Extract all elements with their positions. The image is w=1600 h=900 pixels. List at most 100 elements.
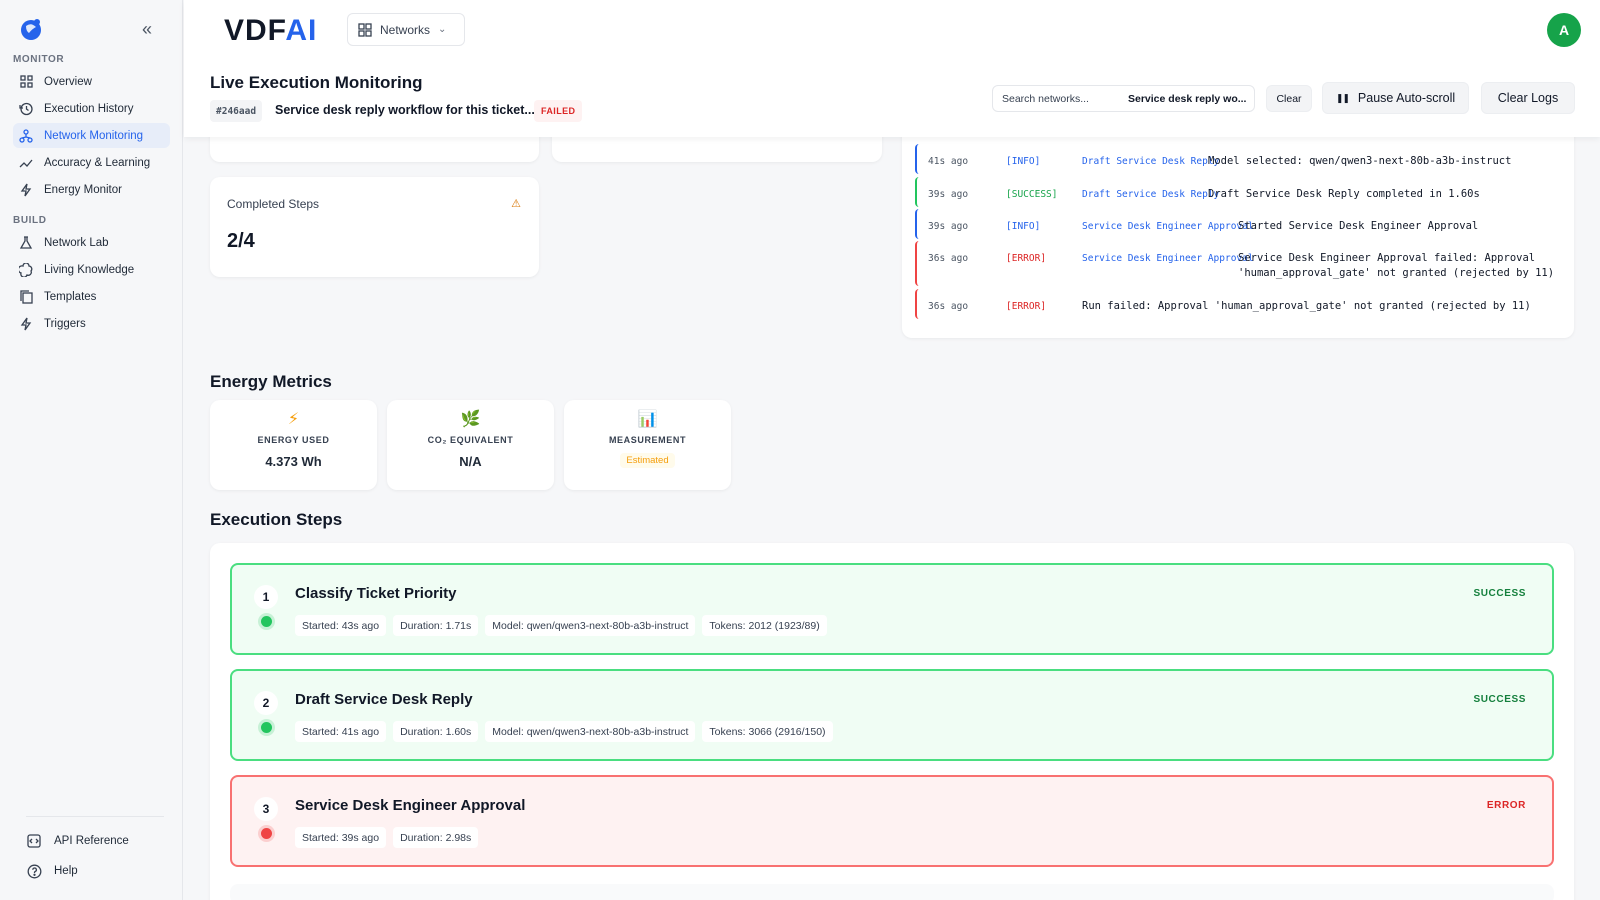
log-message: Draft Service Desk Reply completed in 1.… bbox=[1208, 188, 1480, 200]
help-icon bbox=[26, 863, 42, 879]
step-model: Model: qwen/qwen3-next-80b-a3b-instruct bbox=[485, 615, 696, 636]
bolt-icon bbox=[18, 316, 34, 332]
grid-icon bbox=[18, 74, 34, 90]
sidebar-item-api-reference[interactable]: API Reference bbox=[26, 830, 166, 852]
metric-co2-equivalent: 🌿 CO₂ EQUIVALENT N/A bbox=[387, 400, 554, 490]
sidebar-item-accuracy-learning[interactable]: Accuracy & Learning bbox=[13, 150, 170, 175]
sidebar-item-label: Execution History bbox=[44, 102, 134, 115]
pause-icon: ❚❚ bbox=[1335, 92, 1350, 103]
completed-steps-card: Completed Steps ⚠ 2/4 bbox=[210, 177, 539, 277]
log-entry: 39s ago [SUCCESS] Draft Service Desk Rep… bbox=[915, 177, 1560, 207]
code-icon bbox=[26, 833, 42, 849]
sidebar-item-triggers[interactable]: Triggers bbox=[13, 311, 170, 336]
status-dot bbox=[261, 828, 272, 839]
completed-steps-value: 2/4 bbox=[227, 230, 255, 252]
step-name: Service Desk Engineer Approval bbox=[295, 797, 526, 814]
sidebar-item-label: Help bbox=[54, 865, 78, 877]
app-logo-icon[interactable] bbox=[18, 16, 44, 42]
metric-label: CO₂ EQUIVALENT bbox=[427, 435, 514, 445]
flask-icon bbox=[18, 235, 34, 251]
step-card[interactable]: 2 Draft Service Desk Reply SUCCESS Start… bbox=[230, 669, 1554, 761]
log-entry: 39s ago [INFO] Service Desk Engineer App… bbox=[915, 209, 1560, 239]
sidebar-item-label: Overview bbox=[44, 75, 92, 88]
step-card[interactable] bbox=[230, 884, 1554, 900]
log-step: Draft Service Desk Reply bbox=[1082, 156, 1220, 167]
log-message: Service Desk Engineer Approval failed: A… bbox=[1238, 252, 1555, 279]
step-started: Started: 43s ago bbox=[295, 615, 387, 636]
log-step: Draft Service Desk Reply bbox=[1082, 189, 1220, 200]
step-model: Model: qwen/qwen3-next-80b-a3b-instruct bbox=[485, 721, 696, 742]
pause-label: Pause Auto-scroll bbox=[1357, 91, 1456, 105]
sidebar: « MONITOR Overview Execution History Net… bbox=[0, 0, 183, 900]
sidebar-item-label: Network Lab bbox=[44, 236, 109, 249]
step-name: Classify Ticket Priority bbox=[295, 585, 457, 602]
metric-label: ENERGY USED bbox=[257, 435, 330, 445]
sidebar-item-label: Accuracy & Learning bbox=[44, 156, 151, 169]
log-entry: 41s ago [INFO] Draft Service Desk Reply … bbox=[915, 144, 1560, 174]
sidebar-item-network-monitoring[interactable]: Network Monitoring bbox=[13, 123, 170, 148]
log-message: Model selected: qwen/qwen3-next-80b-a3b-… bbox=[1208, 155, 1512, 167]
energy-metrics-title: Energy Metrics bbox=[210, 372, 332, 391]
log-time: 39s ago bbox=[928, 189, 969, 200]
collapse-sidebar-icon[interactable]: « bbox=[136, 18, 158, 40]
status-dot bbox=[261, 616, 272, 627]
section-build: BUILD bbox=[13, 215, 47, 226]
brain-icon bbox=[18, 262, 34, 278]
step-tokens: Tokens: 3066 (2916/150) bbox=[702, 721, 833, 742]
grid-icon bbox=[358, 22, 372, 37]
step-duration: Duration: 1.71s bbox=[393, 615, 479, 636]
step-name: Draft Service Desk Reply bbox=[295, 691, 473, 708]
status-dot bbox=[261, 722, 272, 733]
sidebar-item-living-knowledge[interactable]: Living Knowledge bbox=[13, 257, 170, 282]
execution-steps-title: Execution Steps bbox=[210, 510, 343, 529]
sidebar-item-energy-monitor[interactable]: Energy Monitor bbox=[13, 177, 170, 202]
step-duration: Duration: 1.60s bbox=[393, 721, 479, 742]
metric-value: N/A bbox=[459, 454, 482, 469]
copy-icon bbox=[18, 289, 34, 305]
avatar[interactable]: A bbox=[1547, 13, 1581, 47]
sidebar-item-label: Network Monitoring bbox=[44, 129, 144, 142]
sidebar-item-network-lab[interactable]: Network Lab bbox=[13, 230, 170, 255]
steps-panel: 1 Classify Ticket Priority SUCCESS Start… bbox=[210, 543, 1574, 900]
selected-network-value[interactable]: Service desk reply wo... bbox=[1128, 93, 1246, 105]
sidebar-item-overview[interactable]: Overview bbox=[13, 69, 170, 94]
networks-label: Networks bbox=[380, 22, 431, 37]
sidebar-item-label: Energy Monitor bbox=[44, 183, 122, 196]
log-entry: 36s ago [ERROR] Service Desk Engineer Ap… bbox=[915, 241, 1560, 286]
step-card[interactable]: 3 Service Desk Engineer Approval ERROR S… bbox=[230, 775, 1554, 867]
metric-measurement: 📊 MEASUREMENT Estimated bbox=[564, 400, 731, 490]
section-monitor: MONITOR bbox=[13, 54, 65, 65]
search-box: Service desk reply wo... bbox=[992, 85, 1255, 112]
sidebar-item-templates[interactable]: Templates bbox=[13, 284, 170, 309]
log-level: [INFO] bbox=[1006, 221, 1041, 232]
bolt-icon bbox=[18, 182, 34, 198]
brand-main: VDF bbox=[224, 14, 286, 47]
pause-autoscroll-button[interactable]: ❚❚ Pause Auto-scroll bbox=[1322, 82, 1469, 114]
log-panel[interactable]: 41s ago [INFO] Draft Service Desk Reply … bbox=[902, 120, 1574, 338]
log-level: [SUCCESS] bbox=[1006, 189, 1058, 200]
step-started: Started: 39s ago bbox=[295, 827, 387, 848]
sidebar-divider bbox=[26, 816, 164, 817]
log-time: 39s ago bbox=[928, 221, 969, 232]
page-title: Live Execution Monitoring bbox=[210, 73, 423, 92]
brand-accent: AI bbox=[285, 14, 318, 47]
clear-logs-button[interactable]: Clear Logs bbox=[1481, 82, 1575, 114]
step-card[interactable]: 1 Classify Ticket Priority SUCCESS Start… bbox=[230, 563, 1554, 655]
network-icon bbox=[18, 128, 34, 144]
step-duration: Duration: 2.98s bbox=[393, 827, 479, 848]
log-level: [INFO] bbox=[1006, 156, 1041, 167]
sidebar-item-execution-history[interactable]: Execution History bbox=[13, 96, 170, 121]
step-status: SUCCESS bbox=[1473, 694, 1526, 705]
search-input[interactable] bbox=[1002, 92, 1122, 105]
status-badge: FAILED bbox=[534, 100, 583, 122]
estimated-badge: Estimated bbox=[620, 453, 675, 468]
completed-steps-label: Completed Steps bbox=[227, 197, 320, 211]
history-icon bbox=[18, 101, 34, 117]
log-step: Service Desk Engineer Approval bbox=[1082, 253, 1254, 264]
clear-search-button[interactable]: Clear bbox=[1266, 85, 1312, 112]
log-message: Run failed: Approval 'human_approval_gat… bbox=[1082, 300, 1531, 312]
brand-logo[interactable]: VDFAI bbox=[224, 14, 317, 48]
lightning-icon: ⚡ bbox=[287, 411, 300, 428]
sidebar-item-help[interactable]: Help bbox=[26, 860, 166, 882]
networks-dropdown[interactable]: Networks ⌄ bbox=[347, 13, 465, 46]
